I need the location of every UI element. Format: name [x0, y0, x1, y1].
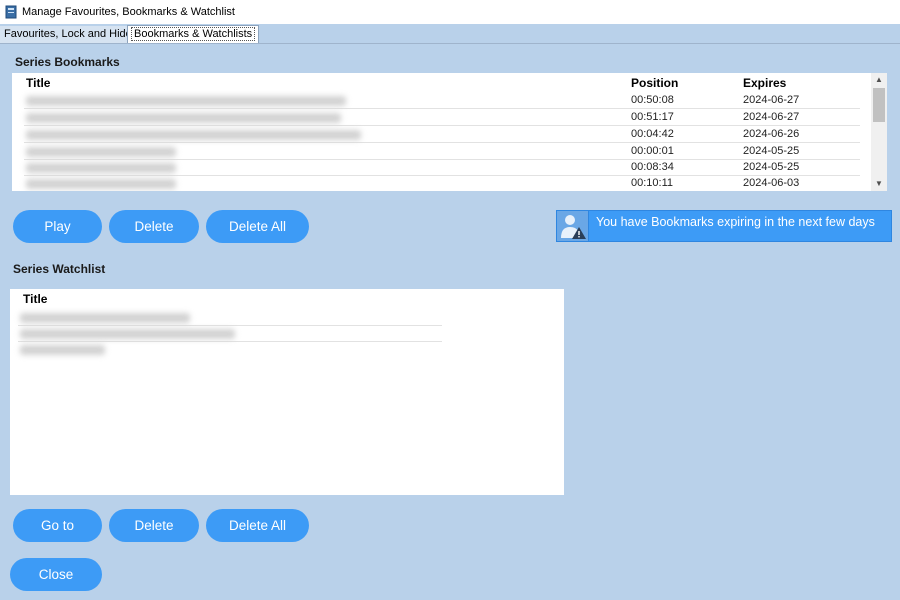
table-row[interactable]: 00:51:17 2024-06-27 [24, 110, 860, 126]
redacted-title [26, 179, 176, 189]
user-warning-icon [557, 211, 589, 241]
row-expires: 2024-06-27 [743, 111, 800, 123]
table-row[interactable]: 00:50:08 2024-06-27 [24, 93, 860, 109]
row-position: 00:10:11 [631, 177, 674, 189]
redacted-title [20, 313, 190, 323]
scroll-down-icon[interactable]: ▼ [871, 177, 887, 191]
redacted-title [26, 163, 176, 173]
scroll-up-icon[interactable]: ▲ [871, 73, 887, 87]
go-to-button[interactable]: Go to [13, 509, 102, 542]
redacted-title [20, 329, 235, 339]
table-row[interactable]: 00:00:01 2024-05-25 [24, 144, 860, 160]
row-expires: 2024-06-27 [743, 94, 800, 106]
column-header-title[interactable]: Title [26, 76, 50, 90]
bookmarks-section-title: Series Bookmarks [15, 55, 120, 69]
delete-all-bookmarks-button[interactable]: Delete All [206, 210, 309, 243]
redacted-title [26, 96, 346, 106]
row-expires: 2024-06-26 [743, 128, 800, 140]
delete-watchlist-button[interactable]: Delete [109, 509, 199, 542]
row-expires: 2024-05-25 [743, 161, 800, 173]
tab-label: Favourites, Lock and Hide [4, 28, 132, 40]
table-row[interactable]: 00:04:42 2024-06-26 [24, 127, 860, 143]
row-expires: 2024-05-25 [743, 145, 800, 157]
row-expires: 2024-06-03 [743, 177, 800, 189]
delete-bookmark-button[interactable]: Delete [109, 210, 199, 243]
bookmarks-scrollbar[interactable]: ▲ ▼ [871, 73, 887, 191]
scroll-thumb[interactable] [873, 88, 885, 122]
close-button[interactable]: Close [10, 558, 102, 591]
app-book-icon [5, 5, 17, 19]
redacted-title [20, 345, 105, 355]
redacted-title [26, 130, 361, 140]
expiry-notice: You have Bookmarks expiring in the next … [556, 210, 892, 242]
column-header-title[interactable]: Title [23, 292, 47, 306]
column-header-position[interactable]: Position [631, 76, 678, 90]
watchlist-list[interactable]: Title [10, 289, 564, 495]
play-button[interactable]: Play [13, 210, 102, 243]
tab-divider [0, 43, 900, 44]
bookmarks-list[interactable]: Title Position Expires 00:50:08 2024-06-… [12, 73, 887, 191]
table-row[interactable]: 00:10:11 2024-06-03 [24, 176, 860, 191]
row-position: 00:08:34 [631, 161, 674, 173]
notice-text: You have Bookmarks expiring in the next … [596, 215, 875, 229]
tab-favourites-lock-hide[interactable]: Favourites, Lock and Hide [0, 26, 137, 43]
tab-bookmarks-watchlists[interactable]: Bookmarks & Watchlists [127, 25, 260, 43]
row-position: 00:04:42 [631, 128, 674, 140]
row-position: 00:51:17 [631, 111, 674, 123]
title-bar: Manage Favourites, Bookmarks & Watchlist [0, 0, 900, 24]
list-item[interactable] [18, 326, 442, 342]
tab-label: Bookmarks & Watchlists [130, 27, 256, 41]
column-header-expires[interactable]: Expires [743, 76, 786, 90]
tab-strip: Favourites, Lock and Hide Bookmarks & Wa… [0, 25, 900, 44]
delete-all-watchlist-button[interactable]: Delete All [206, 509, 309, 542]
redacted-title [26, 147, 176, 157]
row-position: 00:00:01 [631, 145, 674, 157]
list-item[interactable] [18, 342, 442, 358]
row-position: 00:50:08 [631, 94, 674, 106]
list-item[interactable] [18, 310, 442, 326]
watchlist-section-title: Series Watchlist [13, 262, 106, 276]
redacted-title [26, 113, 341, 123]
window-title: Manage Favourites, Bookmarks & Watchlist [22, 6, 235, 18]
table-row[interactable]: 00:08:34 2024-05-25 [24, 160, 860, 176]
